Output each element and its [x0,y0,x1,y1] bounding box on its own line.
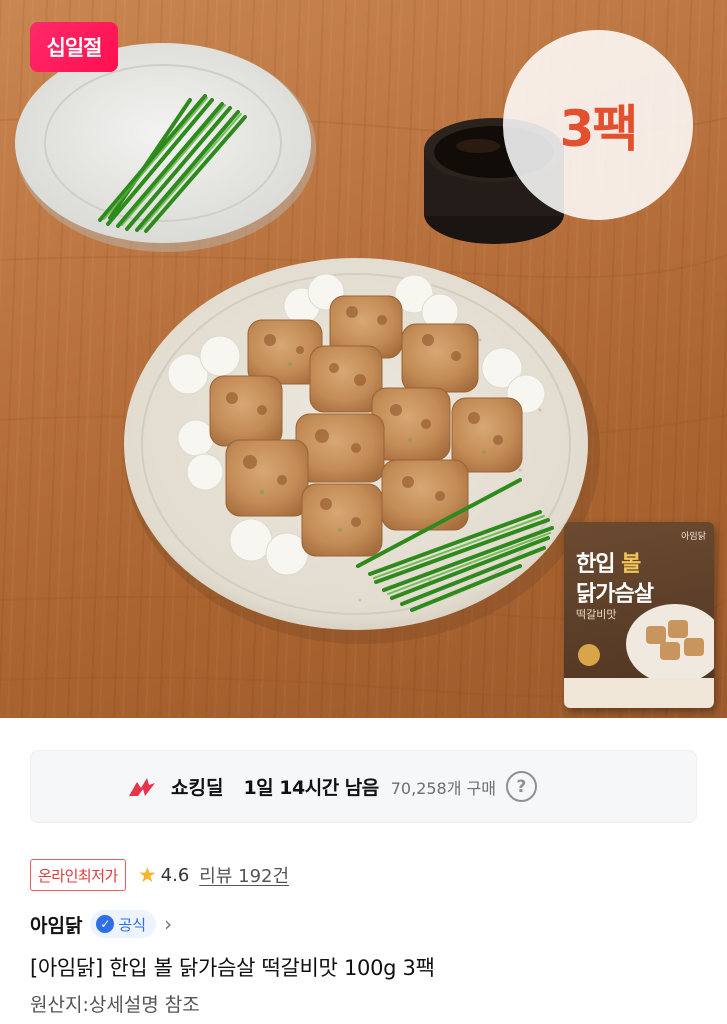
official-label: 공식 [118,915,147,934]
package-title-line1: 한입 볼 [576,546,641,578]
lowest-price-tag: 온라인최저가 [30,859,126,891]
package-title-line2: 닭가슴살 [576,582,654,607]
product-title: [아임닭] 한입 볼 닭가슴살 떡갈비맛 100g 3팩 [30,956,435,980]
help-icon[interactable]: ? [505,771,537,802]
package-bottom-strip [564,678,714,708]
package-title-prefix: 한입 [576,552,622,577]
seller-name[interactable]: 아임닭 [30,911,82,938]
verified-check-icon: ✓ [96,915,115,933]
shocking-deal-icon [129,777,155,796]
event-badge: 십일절 [30,22,118,72]
package-title-highlight: 볼 [621,552,641,577]
product-hero-image[interactable]: 십일절 3팩 아임닭 한입 볼 닭가슴살 떡갈비맛 [0,0,727,718]
chevron-right-icon[interactable]: › [164,912,172,936]
package-flavor: 떡갈비맛 [576,608,617,621]
official-badge: ✓ 공식 [90,910,157,938]
package-protein-seal [578,644,600,666]
deal-time-remaining: 1일 14시간 남음 [243,777,379,799]
rating-value: 4.6 [160,864,190,886]
pack-count-badge: 3팩 [503,30,693,220]
star-icon: ★ [137,863,157,887]
shocking-deal-bar[interactable]: 쇼킹딜 1일 14시간 남음 70,258개 구매 ? [30,750,697,823]
seller-row[interactable]: 아임닭 ✓ 공식 › [30,907,172,941]
origin-info: 원산지:상세설명 참조 [30,994,200,1016]
product-package-image: 아임닭 한입 볼 닭가슴살 떡갈비맛 [564,522,714,708]
deal-name: 쇼킹딜 [171,777,224,799]
review-count-link[interactable]: 리뷰 192건 [199,862,289,888]
package-nugget [668,620,688,638]
purchase-count: 70,258개 구매 [390,778,496,798]
package-nugget [684,638,704,656]
package-nugget [660,642,680,660]
price-rating-row: 온라인최저가 ★ 4.6 리뷰 192건 [30,858,289,892]
package-brand: 아임닭 [681,532,706,542]
